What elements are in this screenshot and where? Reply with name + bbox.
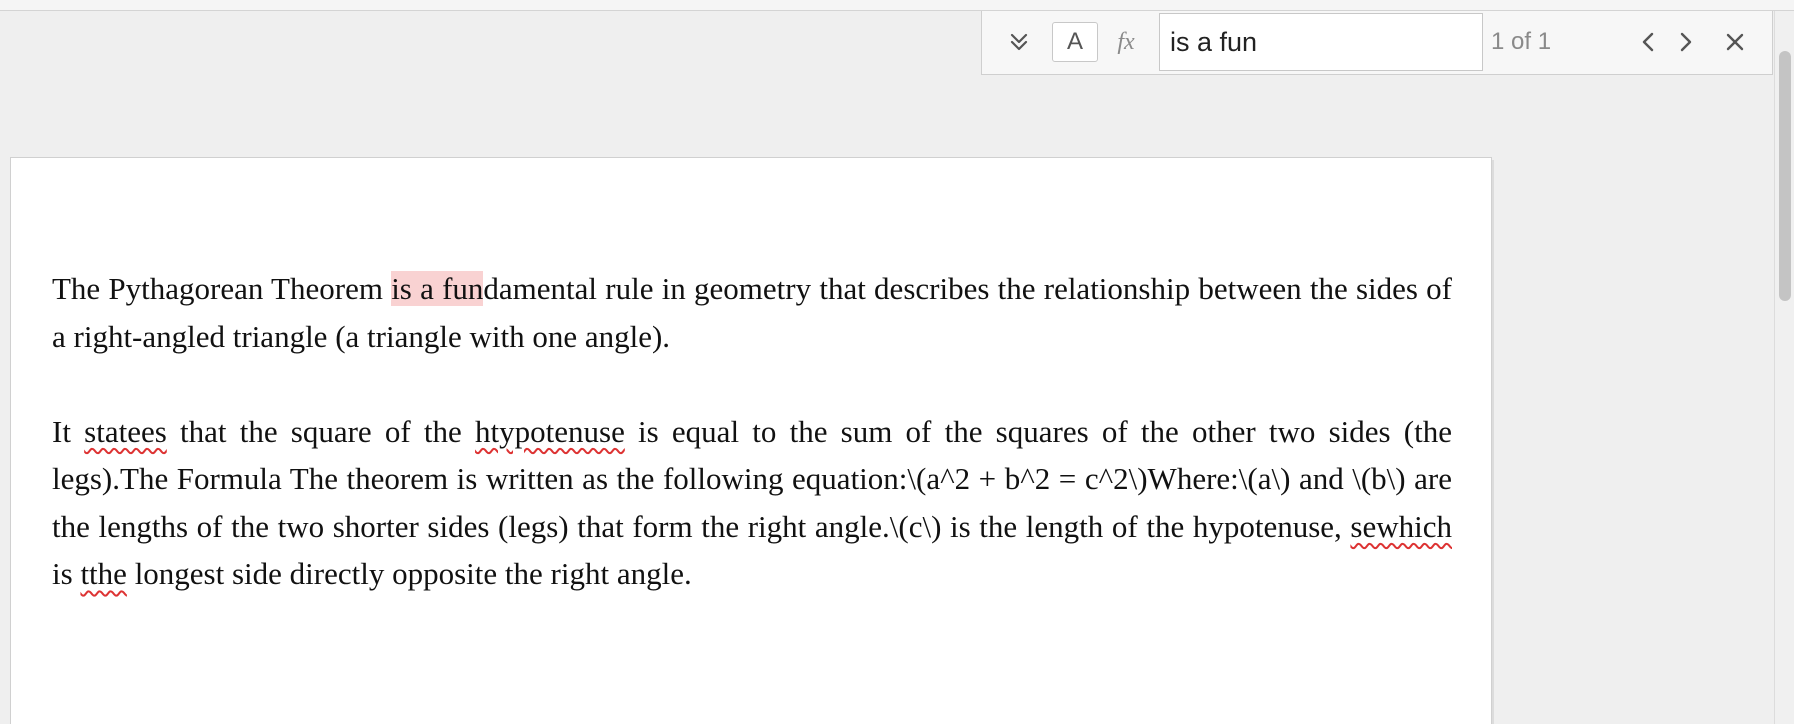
expand-options-button[interactable]	[1002, 25, 1036, 59]
close-find-button[interactable]	[1718, 25, 1752, 59]
chevron-right-icon	[1676, 30, 1696, 54]
vertical-scrollbar[interactable]	[1774, 11, 1794, 724]
text-run: longest side directly opposite the right…	[126, 556, 692, 591]
window-top-edge	[0, 0, 1794, 11]
chevron-left-icon	[1638, 30, 1658, 54]
search-formulas-button[interactable]: fx	[1106, 22, 1146, 62]
misspelled-word[interactable]: htypotenuse	[475, 414, 625, 449]
double-chevron-down-icon	[1007, 30, 1031, 54]
page-shadow	[1492, 160, 1494, 724]
misspelled-word[interactable]: tthe	[80, 556, 127, 591]
app-window: A fx 1 of 1	[0, 0, 1794, 724]
paragraph-1[interactable]: The Pythagorean Theorem is a fundamental…	[52, 265, 1452, 360]
misspelled-word[interactable]: statees	[84, 414, 167, 449]
match-case-button[interactable]: A	[1052, 22, 1098, 62]
text-run: that the square of the	[166, 413, 476, 449]
text-run: It	[52, 413, 85, 449]
misspelled-word[interactable]: sewhich	[1350, 509, 1452, 544]
close-icon	[1723, 30, 1747, 54]
search-match-highlight: is a fun	[391, 271, 484, 306]
next-match-button[interactable]	[1670, 25, 1702, 59]
match-count: 1 of 1	[1491, 28, 1552, 55]
text-run: The Pythagorean Theorem	[52, 271, 392, 306]
document-body[interactable]: The Pythagorean Theorem is a fundamental…	[52, 265, 1452, 598]
previous-match-button[interactable]	[1632, 25, 1664, 59]
find-bar: A fx 1 of 1	[981, 11, 1773, 75]
scrollbar-thumb[interactable]	[1779, 51, 1791, 301]
text-run: is	[52, 556, 81, 591]
paragraph-2[interactable]: It statees that the square of the htypot…	[52, 408, 1452, 598]
document-page[interactable]: The Pythagorean Theorem is a fundamental…	[10, 157, 1492, 724]
find-input[interactable]	[1159, 13, 1483, 71]
